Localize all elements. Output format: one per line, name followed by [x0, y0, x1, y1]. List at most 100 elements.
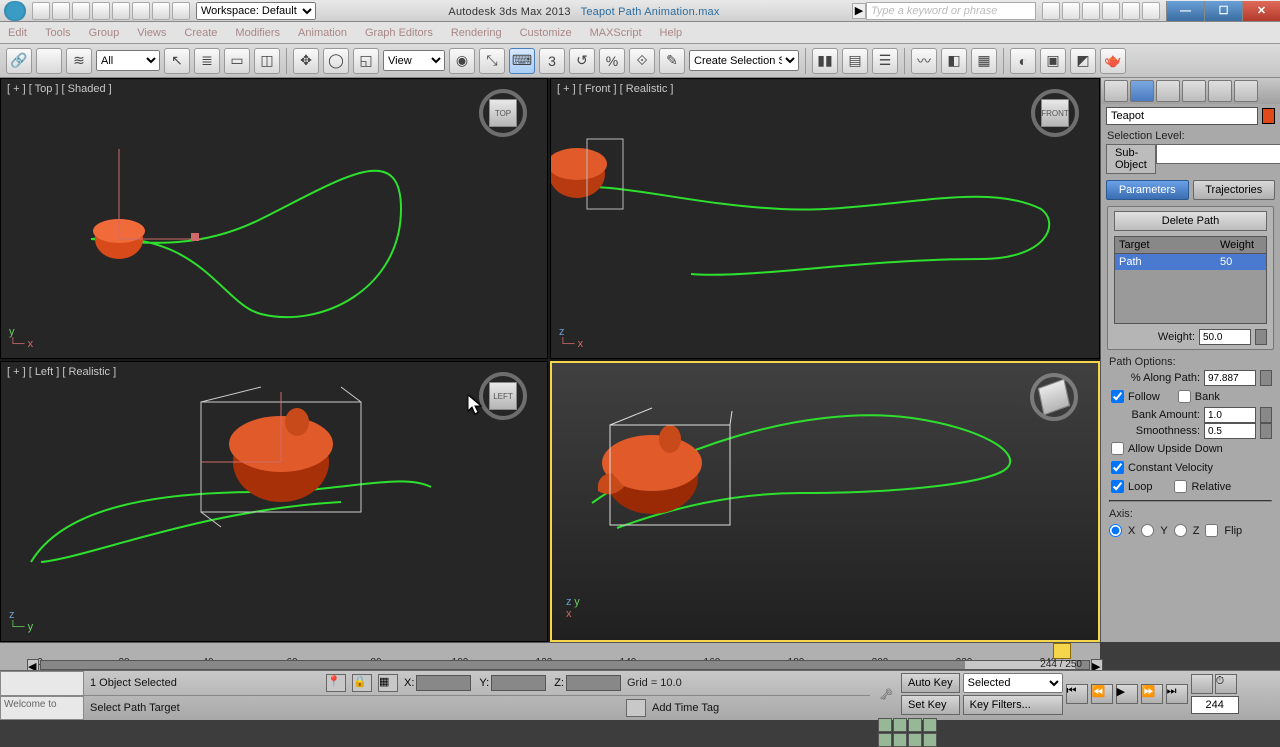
axis-z-radio[interactable]: [1174, 524, 1187, 537]
close-button[interactable]: ✕: [1242, 1, 1280, 21]
pan2-icon[interactable]: [893, 733, 907, 747]
create-tab-icon[interactable]: [1104, 80, 1128, 102]
time-slider-thumb[interactable]: [1053, 643, 1071, 659]
subscription-icon[interactable]: [1062, 2, 1080, 20]
redo-icon[interactable]: [132, 2, 150, 20]
y-coord-input[interactable]: [491, 675, 546, 691]
z-coord-input[interactable]: [566, 675, 621, 691]
maximize-button[interactable]: ☐: [1204, 1, 1242, 21]
named-selection-set[interactable]: Create Selection Se: [689, 50, 799, 71]
track-bar[interactable]: ◀ ▶: [40, 660, 1090, 670]
sub-object-button[interactable]: Sub-Object: [1106, 144, 1156, 174]
percent-along-spinner[interactable]: 97.887: [1204, 370, 1256, 386]
undo-icon[interactable]: [92, 2, 110, 20]
workspace-selector[interactable]: Workspace: Default: [196, 2, 316, 20]
viewcube[interactable]: FRONT: [1031, 89, 1079, 137]
material-editor-icon[interactable]: ◐: [1010, 48, 1036, 74]
viewport-top[interactable]: [ + ] [ Top ] [ Shaded ] TOP y└─ x: [0, 78, 548, 359]
motion-tab-icon[interactable]: [1182, 80, 1206, 102]
goto-end-icon[interactable]: ⏭: [1166, 684, 1188, 704]
path-list[interactable]: TargetWeight Path50: [1114, 236, 1267, 324]
key-mode-toggle-icon[interactable]: [1191, 674, 1213, 694]
selection-filter[interactable]: All: [96, 50, 160, 71]
parameters-button[interactable]: Parameters: [1106, 180, 1189, 200]
curve-editor-icon[interactable]: 〰: [911, 48, 937, 74]
snap-toggle-icon[interactable]: 3: [539, 48, 565, 74]
flip-checkbox[interactable]: [1205, 524, 1218, 537]
spinner-snap-icon[interactable]: ⟐: [629, 48, 655, 74]
minimize-button[interactable]: —: [1166, 1, 1204, 21]
project-icon[interactable]: [172, 2, 190, 20]
viewport-perspective[interactable]: [ + ] [ Perspective ] [ Shaded ] z yx: [550, 361, 1100, 642]
viewcube[interactable]: [1030, 373, 1078, 421]
selection-lock-icon[interactable]: 📍: [326, 674, 346, 692]
zoom-all-icon[interactable]: [908, 718, 922, 732]
play-icon[interactable]: ▶: [1116, 684, 1138, 704]
percent-snap-icon[interactable]: %: [599, 48, 625, 74]
render-icon[interactable]: 🫖: [1100, 48, 1126, 74]
scale-icon[interactable]: ◱: [353, 48, 379, 74]
follow-checkbox[interactable]: [1111, 390, 1124, 403]
fov-icon[interactable]: [878, 733, 892, 747]
percent-stepper[interactable]: [1260, 370, 1272, 386]
set-key-button[interactable]: Set Key: [901, 695, 960, 715]
unlink-icon[interactable]: [36, 48, 62, 74]
search-go-icon[interactable]: [1042, 2, 1060, 20]
layer-manager-icon[interactable]: ☰: [872, 48, 898, 74]
select-name-icon[interactable]: ≣: [194, 48, 220, 74]
exchange-icon[interactable]: [1082, 2, 1100, 20]
comm-center-icon[interactable]: [626, 699, 646, 717]
select-icon[interactable]: ↖: [164, 48, 190, 74]
arrow-right-icon[interactable]: ▶: [852, 3, 866, 19]
region-rect-icon[interactable]: ▭: [224, 48, 250, 74]
object-name-input[interactable]: [1106, 107, 1258, 125]
upside-down-checkbox[interactable]: [1111, 442, 1124, 455]
render-frame-icon[interactable]: ◩: [1070, 48, 1096, 74]
key-filters-button[interactable]: Key Filters...: [963, 695, 1063, 715]
delete-path-button[interactable]: Delete Path: [1114, 211, 1267, 231]
help-icon[interactable]: [1122, 2, 1140, 20]
bank-amount-spinner[interactable]: 1.0: [1204, 407, 1256, 423]
bank-checkbox[interactable]: [1178, 390, 1191, 403]
link-icon[interactable]: 🔗: [6, 48, 32, 74]
mirror-icon[interactable]: ▮▮: [812, 48, 838, 74]
search-input[interactable]: Type a keyword or phrase: [866, 2, 1036, 20]
utilities-tab-icon[interactable]: [1234, 80, 1258, 102]
angle-snap-icon[interactable]: ↺: [569, 48, 595, 74]
rotate-icon[interactable]: ◯: [323, 48, 349, 74]
viewcube[interactable]: LEFT: [479, 372, 527, 420]
prev-frame-icon[interactable]: ⏪: [1091, 684, 1113, 704]
save-file-icon[interactable]: [72, 2, 90, 20]
relative-checkbox[interactable]: [1174, 480, 1187, 493]
open-file-icon[interactable]: [52, 2, 70, 20]
sub-object-dropdown[interactable]: [1156, 144, 1280, 164]
bind-icon[interactable]: ≋: [66, 48, 92, 74]
weight-spinner[interactable]: 50.0: [1199, 329, 1251, 345]
goto-start-icon[interactable]: ⏮: [1066, 684, 1088, 704]
modify-tab-icon[interactable]: [1130, 80, 1154, 102]
display-tab-icon[interactable]: [1208, 80, 1232, 102]
keyboard-shortcut-toggle[interactable]: ⌨: [509, 48, 535, 74]
viewcube[interactable]: TOP: [479, 89, 527, 137]
window-crossing-icon[interactable]: ◫: [254, 48, 280, 74]
next-frame-icon[interactable]: ⏩: [1141, 684, 1163, 704]
x-coord-input[interactable]: [416, 675, 471, 691]
smooth-stepper[interactable]: [1260, 423, 1272, 439]
weight-stepper[interactable]: [1255, 329, 1267, 345]
auto-key-button[interactable]: Auto Key: [901, 673, 960, 693]
time-slider[interactable]: 020 4060 80100 120140 160180 200220 240 …: [0, 642, 1100, 670]
schematic-icon[interactable]: ◧: [941, 48, 967, 74]
undo-drop-icon[interactable]: [112, 2, 130, 20]
smoothness-spinner[interactable]: 0.5: [1204, 423, 1256, 439]
help-drop-icon[interactable]: [1142, 2, 1160, 20]
current-frame-input[interactable]: [1191, 696, 1239, 714]
trajectories-button[interactable]: Trajectories: [1193, 180, 1276, 200]
viewport-left[interactable]: [ + ] [ Left ] [ Realistic ] LEFT z└─ y: [0, 361, 548, 642]
maxscript-mini-listener[interactable]: [0, 671, 84, 696]
pivot-icon[interactable]: ◉: [449, 48, 475, 74]
object-color-chip[interactable]: [1262, 108, 1275, 124]
viewport-front[interactable]: [ + ] [ Front ] [ Realistic ] FRONT z└─ …: [550, 78, 1100, 359]
hierarchy-tab-icon[interactable]: [1156, 80, 1180, 102]
zoom-icon[interactable]: [893, 718, 907, 732]
add-time-tag[interactable]: Add Time Tag: [652, 702, 719, 714]
